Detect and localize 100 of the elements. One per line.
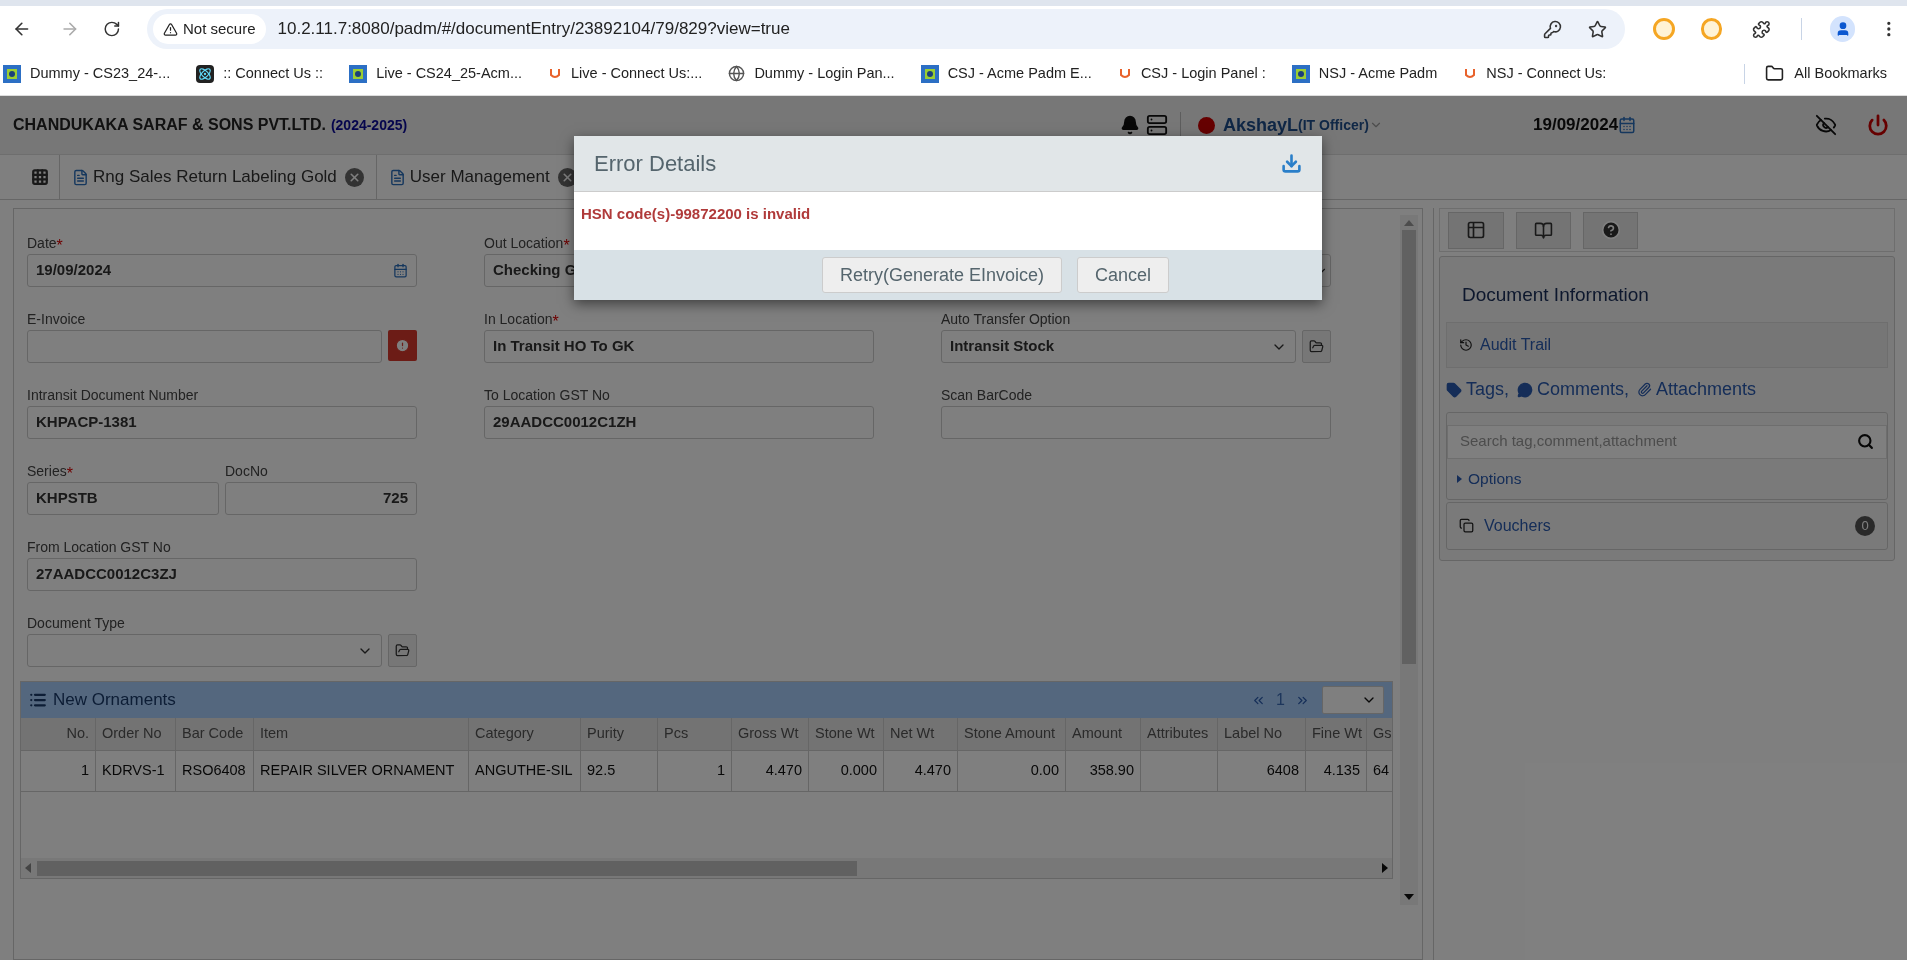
column-header[interactable]: Purity [581,718,658,750]
bookmark[interactable]: Dummy - CS23_24-... [3,62,171,85]
power-icon[interactable] [1867,114,1889,136]
table-cell-text: 64 [1373,761,1390,781]
column-header[interactable]: Fine Wt [1306,718,1367,750]
column-header[interactable]: Pcs [658,718,732,750]
date-field[interactable]: 19/09/2024 [27,254,417,287]
bookmark[interactable]: NSJ - Acme Padm [1291,62,1438,85]
table-cell-text: ANGUTHE-SIL [475,761,573,781]
document-icon [72,168,89,186]
help-button[interactable] [1583,211,1638,249]
table-cell-text: 4.470 [765,761,802,781]
text-field[interactable] [27,330,382,363]
table-cell-text: 92.5 [587,761,616,781]
tab[interactable]: Rng Sales Return Labeling Gold [60,155,377,199]
column-header[interactable]: No. [21,718,96,750]
user-menu[interactable]: AkshayL(IT Officer) [1223,111,1383,139]
atom-icon [196,64,215,83]
current-date: 19/09/2024 [1533,114,1619,137]
app-logo-icon [3,64,21,83]
paperclip-icon [1637,382,1653,397]
column-header[interactable]: Item [254,718,469,750]
download-icon[interactable] [1281,153,1302,174]
column-header[interactable]: Gross Wt [732,718,809,750]
list-icon[interactable] [1146,114,1168,136]
field-label: To Location GST No [484,386,610,405]
panel-title: Document Information [1462,283,1650,307]
app-logo-icon [349,64,368,83]
bookmark[interactable]: Live - Connect Us:... [548,62,703,85]
field-label: In Location [484,310,553,329]
text-field[interactable]: In Transit HO To GK [484,330,874,363]
bookmark[interactable]: CSJ - Login Panel : [1117,62,1266,85]
alert-icon [395,338,410,353]
text-field[interactable]: 29AADCC0012C1ZH [484,406,874,439]
column-header[interactable]: Attributes [1141,718,1218,750]
extensions-icon[interactable] [1752,19,1771,39]
dropdown[interactable]: Intransit Stock [941,330,1296,363]
bookmark[interactable]: :: Connect Us :: [196,62,324,85]
app-logo-icon [1291,64,1310,83]
search-icon [1857,433,1874,450]
table-cell-text: 6408 [1266,761,1299,781]
text-field[interactable]: 27AADCC0012C3ZJ [27,558,417,591]
folder-button[interactable] [388,634,417,667]
globe-icon [728,65,746,82]
text-field[interactable]: KHPACP-1381 [27,406,417,439]
required-mark: * [563,238,570,254]
field-label: Series [27,462,67,481]
reload-icon[interactable] [103,20,121,38]
dialog-button[interactable]: Cancel [1077,257,1170,293]
vouchers-link[interactable]: Vouchers [1484,513,1845,538]
table-cell-text: 1 [716,761,725,781]
copy-icon [1459,518,1474,533]
column-header[interactable]: Amount [1066,718,1141,750]
text-field[interactable] [941,406,1331,439]
bookmark[interactable]: CSJ - Acme Padm E... [920,62,1092,85]
grid-icon [30,168,49,186]
key-icon[interactable] [1542,19,1562,39]
audit-trail-link[interactable]: Audit Trail [1446,321,1888,368]
column-header[interactable]: Label No [1218,718,1306,750]
field-label: Auto Transfer Option [941,310,1071,329]
table-icon [1466,220,1486,240]
bookmark[interactable]: Live - CS24_25-Acm... [349,62,523,85]
fiscal-year: (2024-2025) [330,116,408,135]
all-bookmarks[interactable]: All Bookmarks [1765,62,1887,85]
profile-avatar[interactable] [1829,16,1856,42]
security-chip[interactable]: Not secure [152,14,266,44]
tag-icon [1446,381,1462,398]
text-field[interactable]: 725 [225,482,417,515]
vertical-scrollbar[interactable] [1400,215,1418,905]
column-header[interactable]: Category [469,718,581,750]
address-bar[interactable]: Not secure 10.2.11.7:8080/padm/#/documentEntry/23892104/79/829?view=true [146,9,1625,49]
alert-button[interactable] [388,330,417,361]
table-cell-text: 1 [80,761,89,781]
comments-label: Comments, [1537,378,1630,401]
column-header[interactable]: Stone Wt [809,718,884,750]
dialog-button[interactable]: Retry(Generate EInvoice) [821,257,1063,293]
options-toggle[interactable]: Options [1447,458,1887,499]
eye-off-icon[interactable] [1815,114,1837,136]
comment-icon [1517,381,1534,398]
column-header[interactable]: Net Wt [884,718,958,750]
table-cell-text: 0.00 [1030,761,1059,781]
column-header[interactable]: Stone Amount [958,718,1066,750]
column-header[interactable]: Bar Code [176,718,254,750]
calendar-icon[interactable] [1618,116,1637,134]
folder-button[interactable] [1302,330,1331,363]
app-logo-icon [920,64,939,83]
folder-icon [1309,339,1324,354]
bookmark[interactable]: NSJ - Connect Us: [1463,62,1607,85]
history-icon [1459,337,1473,352]
star-icon[interactable] [1587,19,1607,39]
horizontal-scrollbar[interactable] [21,858,1392,878]
list-icon [29,691,47,709]
logo-icon [1463,66,1478,81]
book-button[interactable] [1516,211,1571,249]
bell-icon[interactable] [1120,115,1140,135]
text-field[interactable]: KHPSTB [27,482,219,515]
table-view-button[interactable] [1448,211,1504,249]
bookmark[interactable]: Dummy - Login Pan... [728,62,895,85]
column-header[interactable]: Order No [96,718,176,750]
table-cell-text: 4.470 [914,761,951,781]
